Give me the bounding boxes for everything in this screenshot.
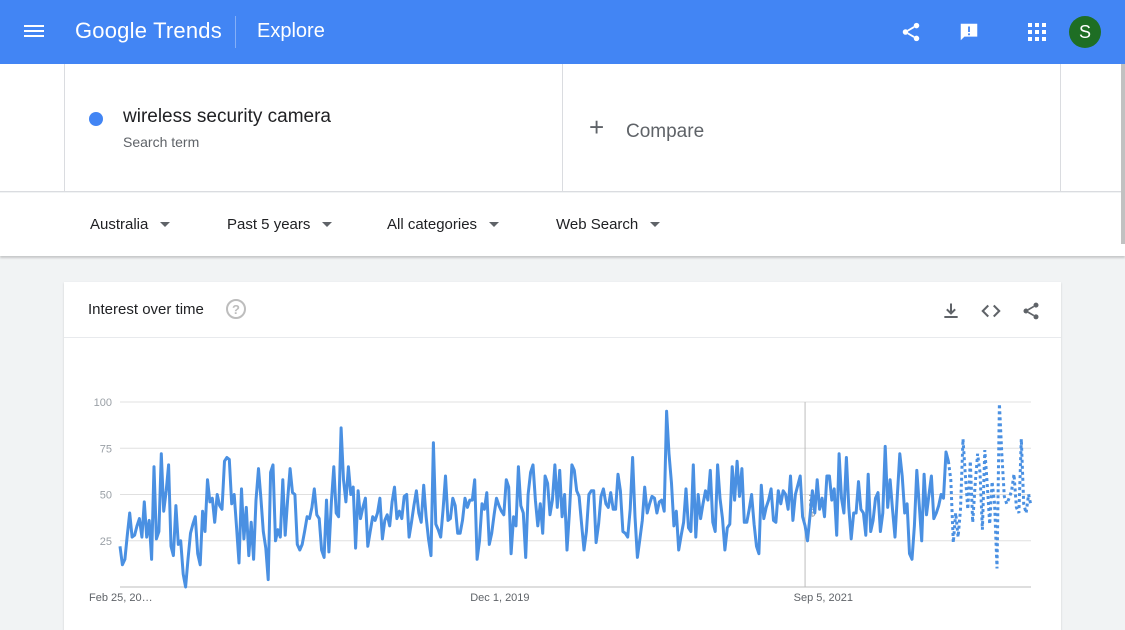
search-type-value: Web Search xyxy=(556,216,639,233)
app-header: Google Trends Explore S xyxy=(0,0,1125,64)
chevron-down-icon xyxy=(650,222,661,227)
category-dropdown[interactable]: All categories xyxy=(387,216,500,233)
logo-google-text: Google xyxy=(75,18,148,43)
menu-icon[interactable] xyxy=(24,22,48,42)
y-tick-label: 25 xyxy=(100,536,112,548)
x-tick-label: Dec 1, 2019 xyxy=(470,592,529,604)
chevron-down-icon xyxy=(489,222,500,227)
logo-trends-text: Trends xyxy=(153,18,222,43)
search-type-dropdown[interactable]: Web Search xyxy=(556,216,661,233)
interest-line-chart: 255075100NoteFeb 25, 20… Dec 1, 2019 Sep 5… xyxy=(89,397,1033,604)
google-trends-logo[interactable]: Google Trends xyxy=(75,18,222,44)
region-value: Australia xyxy=(90,216,149,233)
series-line-partial xyxy=(946,403,1033,569)
filter-bar: Australia Past 5 years All categories We… xyxy=(0,193,1125,256)
feedback-icon[interactable] xyxy=(955,18,983,46)
search-term-card[interactable]: wireless security camera Search term xyxy=(64,64,563,192)
y-tick-label: 100 xyxy=(94,397,112,409)
region-dropdown[interactable]: Australia xyxy=(90,216,171,233)
y-tick-label: 75 xyxy=(100,443,112,455)
compare-label: Compare xyxy=(626,121,705,142)
search-term-type: Search term xyxy=(123,134,200,150)
x-tick-label: Feb 25, 20… xyxy=(89,592,153,604)
page-title: Explore xyxy=(257,20,325,42)
share-icon[interactable] xyxy=(897,18,925,46)
compare-button[interactable]: + Compare xyxy=(563,64,1061,192)
page-scrollbar[interactable] xyxy=(1121,64,1125,244)
series-line xyxy=(118,409,950,589)
avatar[interactable]: S xyxy=(1069,16,1101,48)
search-term-name[interactable]: wireless security camera xyxy=(123,106,331,128)
category-value: All categories xyxy=(387,216,478,233)
header-divider xyxy=(235,16,236,48)
chevron-down-icon xyxy=(160,222,171,227)
time-range-dropdown[interactable]: Past 5 years xyxy=(227,216,333,233)
x-tick-label: Sep 5, 2021 xyxy=(794,592,853,604)
apps-icon[interactable] xyxy=(1023,18,1051,46)
plus-icon: + xyxy=(589,112,605,142)
interest-over-time-card: Interest over time ? 25 50 75 100 Note Feb 25… xyxy=(64,282,1061,630)
search-terms-panel: wireless security camera Search term + C… xyxy=(0,64,1125,192)
chevron-down-icon xyxy=(322,222,333,227)
term-color-dot xyxy=(89,112,103,126)
time-range-value: Past 5 years xyxy=(227,216,311,233)
y-tick-label: 50 xyxy=(100,490,112,502)
